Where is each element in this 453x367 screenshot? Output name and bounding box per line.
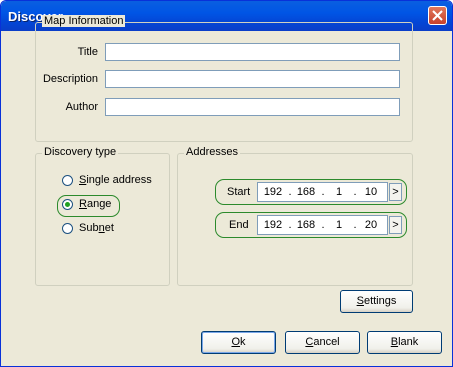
ip-dot: . xyxy=(353,219,357,231)
subnet-label: Subnet xyxy=(79,222,114,234)
start-ip-field[interactable]: 192 . 168 . 1 . 10 xyxy=(257,182,388,202)
author-label: Author xyxy=(65,101,98,113)
end-label: End xyxy=(229,219,249,231)
title-input[interactable] xyxy=(105,43,400,61)
radio-subnet[interactable]: Subnet xyxy=(62,221,122,237)
blank-button[interactable]: Blank xyxy=(367,331,442,354)
single-address-label: Single address xyxy=(79,174,152,186)
end-ip-field[interactable]: 192 . 168 . 1 . 20 xyxy=(257,215,388,235)
discovery-type-group: Discovery type Single address Range Subn… xyxy=(35,146,170,286)
radio-range[interactable]: Range xyxy=(62,197,122,213)
close-button[interactable] xyxy=(428,6,447,25)
addresses-legend: Addresses xyxy=(184,146,240,158)
radio-button[interactable] xyxy=(62,175,73,186)
end-octet-3[interactable]: 1 xyxy=(328,219,350,231)
ip-dot: . xyxy=(353,186,357,198)
map-information-legend: Map Information xyxy=(42,15,126,27)
start-octet-4[interactable]: 10 xyxy=(360,186,382,198)
radio-button-selected[interactable] xyxy=(62,199,73,210)
description-label: Description xyxy=(42,73,98,85)
description-input[interactable] xyxy=(105,70,400,88)
ip-dot: . xyxy=(321,219,325,231)
range-label: Range xyxy=(79,198,112,210)
settings-button[interactable]: Settings xyxy=(340,290,413,313)
map-information-group: Map Information Title Description Author xyxy=(35,15,413,142)
ip-dot: . xyxy=(288,186,292,198)
ip-dot: . xyxy=(321,186,325,198)
close-icon xyxy=(432,10,443,21)
end-octet-4[interactable]: 20 xyxy=(360,219,382,231)
radio-single-address[interactable]: Single address xyxy=(62,173,162,189)
cancel-button[interactable]: Cancel xyxy=(285,331,360,354)
discovery-type-legend: Discovery type xyxy=(42,146,119,158)
start-arrow-button[interactable]: > xyxy=(389,183,402,201)
discover-dialog: Discover Map Information Title Descripti… xyxy=(0,0,453,367)
start-octet-3[interactable]: 1 xyxy=(328,186,350,198)
title-label: Title xyxy=(77,46,98,58)
author-input[interactable] xyxy=(105,98,400,116)
start-label: Start xyxy=(227,186,251,198)
end-octet-1[interactable]: 192 xyxy=(262,219,284,231)
ip-dot: . xyxy=(288,219,292,231)
end-arrow-button[interactable]: > xyxy=(389,216,402,234)
end-octet-2[interactable]: 168 xyxy=(295,219,317,231)
addresses-group: Addresses Start 192 . 168 . 1 . 10 > End… xyxy=(177,146,413,286)
start-octet-2[interactable]: 168 xyxy=(295,186,317,198)
radio-button[interactable] xyxy=(62,223,73,234)
ok-button[interactable]: Ok xyxy=(201,331,276,354)
start-octet-1[interactable]: 192 xyxy=(262,186,284,198)
